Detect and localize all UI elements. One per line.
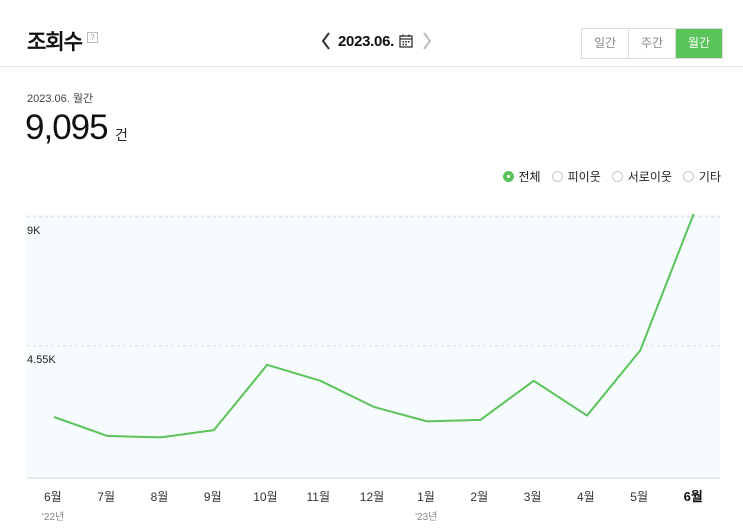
filter-mutual-neighbor[interactable]: 서로이웃 — [611, 168, 672, 185]
chevron-left-icon — [321, 32, 330, 50]
tab-daily[interactable]: 일간 — [582, 29, 629, 58]
radio-icon — [682, 171, 694, 182]
filter-all[interactable]: 전체 — [502, 168, 541, 185]
radio-icon — [611, 171, 623, 182]
filter-other[interactable]: 기타 — [682, 168, 721, 185]
filter-label: 서로이웃 — [627, 170, 672, 184]
x-tick-label: 8월 — [151, 490, 169, 504]
prev-period-button[interactable] — [318, 28, 334, 54]
x-tick-label: 2월 — [470, 490, 488, 504]
x-tick-label: 6월 — [44, 490, 62, 504]
total-views-unit: 건 — [115, 127, 128, 143]
header: 조회수 ? 2023.06. 일간 주간 월간 — [0, 0, 743, 67]
next-period-button[interactable] — [419, 28, 435, 54]
x-tick-label: 7월 — [97, 490, 115, 504]
x-tick-label: 10월 — [253, 490, 277, 504]
series-filter: 전체 피이웃 서로이웃 기타 — [492, 168, 721, 185]
year-label: '22년 — [42, 511, 64, 523]
tab-monthly[interactable]: 월간 — [676, 29, 722, 58]
radio-icon — [502, 171, 514, 182]
x-tick-label: 6월 — [684, 489, 703, 504]
help-icon[interactable]: ? — [87, 32, 98, 43]
date-navigator: 2023.06. — [318, 28, 435, 54]
filter-label: 피이웃 — [567, 170, 601, 184]
year-label: '23년 — [415, 511, 437, 523]
x-tick-label: 11월 — [307, 490, 331, 504]
x-tick-label: 5월 — [630, 490, 648, 504]
current-date: 2023.06. — [338, 32, 394, 50]
x-tick-label: 12월 — [360, 490, 384, 504]
chevron-right-icon — [423, 32, 432, 50]
y-tick-label: 9K — [27, 225, 41, 237]
period-toggle: 일간 주간 월간 — [581, 28, 723, 59]
y-tick-label: 4.55K — [27, 354, 56, 366]
radio-icon — [551, 171, 563, 182]
filter-label: 전체 — [518, 170, 541, 184]
filter-label: 기타 — [698, 170, 721, 184]
period-label: 2023.06. 월간 — [27, 93, 94, 105]
total-views-value: 9,095 — [25, 108, 109, 147]
calendar-icon[interactable] — [399, 34, 413, 48]
x-tick-label: 3월 — [524, 490, 542, 504]
tab-weekly[interactable]: 주간 — [629, 29, 676, 58]
page-title: 조회수 — [27, 31, 83, 54]
x-tick-label: 1월 — [417, 490, 435, 504]
x-tick-label: 4월 — [577, 490, 595, 504]
filter-neighbor[interactable]: 피이웃 — [551, 168, 601, 185]
x-tick-label: 9월 — [204, 490, 222, 504]
views-line-chart: 9K 4.55K 6월 7월 8월 9월 10월 11월 12월 1월 2월 3월 4월 5월 6월 '22년… — [27, 213, 720, 523]
